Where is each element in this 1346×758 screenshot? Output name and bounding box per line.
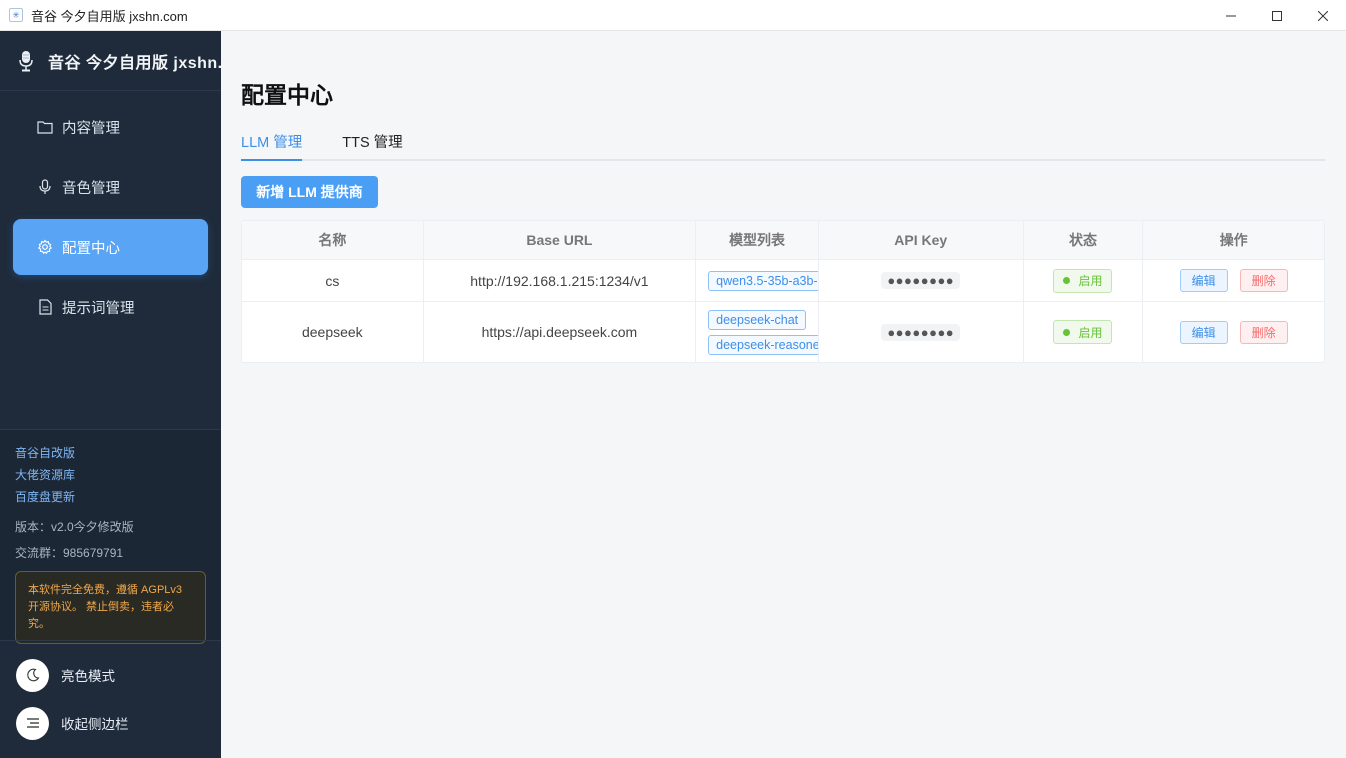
model-tag: qwen3.5-35b-a3b-	[708, 270, 818, 291]
edit-button[interactable]: 编辑	[1179, 269, 1228, 292]
page-title: 配置中心	[241, 82, 333, 108]
sidebar-tools: 亮色模式 收起侧边栏	[0, 640, 221, 758]
header-name: 名称	[242, 221, 424, 259]
provider-name: deepseek	[242, 302, 424, 362]
header-status: 状态	[1024, 221, 1144, 259]
table-row: deepseek https://api.deepseek.com deepse…	[242, 302, 1324, 362]
microphone-icon	[37, 179, 53, 195]
sidebar-item-prompts[interactable]: 提示词管理	[13, 279, 208, 335]
add-llm-provider-button[interactable]: 新增 LLM 提供商	[241, 176, 378, 208]
llm-provider-table: 名称 Base URL 模型列表 API Key 状态 操作 cs http:/…	[241, 220, 1325, 363]
config-tabs: LLM 管理 TTS 管理	[241, 131, 1325, 161]
tab-llm[interactable]: LLM 管理	[241, 131, 303, 161]
close-button[interactable]	[1300, 0, 1346, 31]
moon-icon	[16, 658, 49, 692]
theme-toggle-label: 亮色模式	[61, 669, 115, 684]
gear-icon	[37, 239, 53, 255]
link-baidu-update[interactable]: 百度盘更新	[15, 486, 207, 508]
status-badge: 启用	[1053, 268, 1113, 293]
table-header: 名称 Base URL 模型列表 API Key 状态 操作	[242, 221, 1324, 260]
provider-name: cs	[242, 260, 424, 301]
status-cell: 启用	[1024, 260, 1144, 301]
brand: 音谷 今夕自用版 jxshn.	[0, 31, 223, 91]
close-icon	[1318, 10, 1328, 21]
document-icon	[37, 299, 53, 315]
folder-icon	[37, 119, 53, 135]
actions-cell: 编辑 删除	[1143, 260, 1324, 301]
sidebar-item-voice[interactable]: 音色管理	[13, 159, 208, 215]
status-label: 启用	[1078, 325, 1103, 340]
minimize-icon	[1226, 15, 1236, 16]
maximize-button[interactable]	[1254, 0, 1300, 31]
sidebar-item-content[interactable]: 内容管理	[13, 99, 208, 155]
app-icon: ✳	[9, 8, 23, 22]
sidebar: 音谷 今夕自用版 jxshn. 内容管理 音色管理 配置中心 提示词管理 音谷自…	[0, 31, 223, 758]
link-yingu-mod[interactable]: 音谷自改版	[15, 442, 207, 464]
sidebar-item-label: 提示词管理	[62, 300, 135, 317]
status-cell: 启用	[1024, 302, 1144, 362]
sidebar-item-label: 内容管理	[62, 120, 120, 137]
api-key-masked: ●●●●●●●●	[881, 272, 961, 289]
delete-button[interactable]: 删除	[1239, 269, 1288, 292]
sidebar-info: 音谷自改版 大佬资源库 百度盘更新 版本：v2.0今夕修改版 交流群：98567…	[0, 429, 221, 644]
version-text: 版本：v2.0今夕修改版	[15, 520, 134, 534]
window-title: 音谷 今夕自用版 jxshn.com	[31, 8, 188, 24]
minimize-button[interactable]	[1208, 0, 1254, 31]
sidebar-item-config[interactable]: 配置中心	[13, 219, 208, 275]
edit-button[interactable]: 编辑	[1179, 320, 1228, 344]
brand-name: 音谷 今夕自用版 jxshn.	[48, 54, 223, 72]
provider-models: deepseek-chat deepseek-reasone	[696, 302, 819, 362]
table-row: cs http://192.168.1.215:1234/v1 qwen3.5-…	[242, 260, 1324, 302]
tab-tts[interactable]: TTS 管理	[342, 131, 402, 159]
header-models: 模型列表	[696, 221, 819, 259]
api-key-masked: ●●●●●●●●	[881, 323, 961, 341]
license-notice: 本软件完全免费，遵循 AGPLv3 开源协议。 禁止倒卖，违者必究。	[15, 571, 206, 644]
sidebar-item-label: 音色管理	[62, 180, 120, 197]
maximize-icon	[1272, 10, 1282, 21]
actions-cell: 编辑 删除	[1143, 302, 1324, 362]
main-content: 配置中心 LLM 管理 TTS 管理 新增 LLM 提供商 名称 Base UR…	[221, 31, 1346, 758]
delete-button[interactable]: 删除	[1239, 320, 1288, 344]
provider-base-url: https://api.deepseek.com	[424, 302, 697, 362]
sidebar-nav: 内容管理 音色管理 配置中心 提示词管理	[0, 91, 221, 335]
collapse-sidebar-label: 收起侧边栏	[61, 717, 129, 732]
provider-base-url: http://192.168.1.215:1234/v1	[424, 260, 697, 301]
group-text: 交流群：985679791	[15, 546, 124, 560]
microphone-logo-icon	[18, 50, 34, 72]
status-dot-icon	[1063, 277, 1071, 284]
link-resource-library[interactable]: 大佬资源库	[15, 464, 207, 486]
api-key-cell: ●●●●●●●●	[819, 302, 1024, 362]
provider-models: qwen3.5-35b-a3b-	[696, 260, 819, 301]
api-key-cell: ●●●●●●●●	[819, 260, 1024, 301]
sidebar-item-label: 配置中心	[62, 240, 120, 257]
model-tag: deepseek-chat	[708, 309, 807, 330]
collapse-menu-icon	[16, 706, 49, 740]
header-actions: 操作	[1219, 232, 1248, 248]
header-api-key: API Key	[819, 221, 1024, 259]
status-dot-icon	[1063, 328, 1071, 336]
status-label: 启用	[1078, 274, 1103, 288]
header-base-url: Base URL	[424, 221, 697, 259]
theme-toggle-button[interactable]: 亮色模式	[16, 651, 221, 699]
window-titlebar: ✳ 音谷 今夕自用版 jxshn.com	[0, 0, 1346, 31]
collapse-sidebar-button[interactable]: 收起侧边栏	[16, 699, 221, 747]
model-tag: deepseek-reasone	[708, 334, 818, 355]
status-badge: 启用	[1053, 320, 1113, 344]
